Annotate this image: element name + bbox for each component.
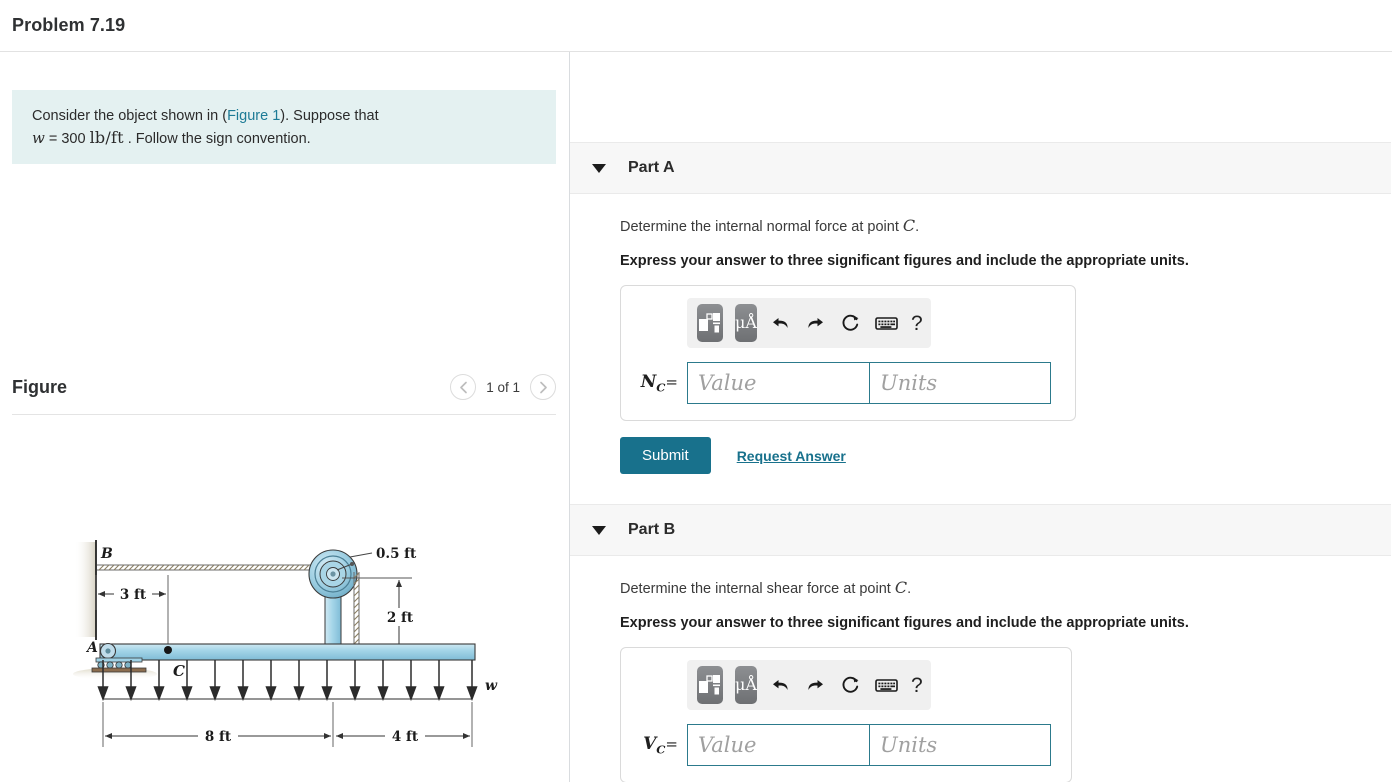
question-mark-icon[interactable]: ? xyxy=(911,675,923,696)
part-b-answer-box: μÅ ? VC= Value Units xyxy=(620,647,1072,782)
part-a-toolbar: μÅ ? xyxy=(687,298,931,348)
statement-text-lead: Consider the object shown in ( xyxy=(32,108,228,124)
part-b-equals-sign: = xyxy=(665,734,678,753)
math-template-icon[interactable] xyxy=(697,304,723,342)
units-icon-label: μÅ xyxy=(735,675,757,694)
part-a-prompt-text: Determine the internal normal force at p… xyxy=(620,219,903,235)
figure-1-link[interactable]: Figure 1 xyxy=(227,108,280,124)
part-a-value-input[interactable] xyxy=(687,362,869,404)
caret-down-icon[interactable] xyxy=(592,163,606,173)
figure-pager-label: 1 of 1 xyxy=(486,379,520,395)
submit-button[interactable]: Submit xyxy=(620,437,711,474)
part-a-answer-box: μÅ ? NC= Value Units xyxy=(620,285,1076,421)
dimension-3ft: 3 ft xyxy=(95,575,169,650)
chevron-right-icon xyxy=(539,381,547,393)
reset-circular-arrow-icon[interactable] xyxy=(839,675,862,696)
figure-header: Figure 1 of 1 xyxy=(12,374,556,415)
part-a-prompt-symbol: C xyxy=(902,216,916,235)
undo-arrow-icon[interactable] xyxy=(769,314,792,333)
request-answer-link[interactable]: Request Answer xyxy=(737,448,846,464)
main-shell: Consider the object shown in (Figure 1).… xyxy=(0,52,1392,782)
part-b-variable: V xyxy=(643,733,657,754)
keyboard-icon[interactable] xyxy=(874,315,899,331)
statement-units: lb/ft xyxy=(89,128,124,147)
part-b-prompt: Determine the internal shear force at po… xyxy=(620,578,1391,597)
right-pane: Part A Determine the internal normal for… xyxy=(570,52,1391,782)
question-mark-icon[interactable]: ? xyxy=(911,313,923,334)
part-b-instruction: Express your answer to three significant… xyxy=(620,615,1189,631)
part-b-header[interactable]: Part B xyxy=(570,504,1391,556)
figure-panel-title: Figure xyxy=(12,376,68,397)
chevron-left-icon xyxy=(459,381,467,393)
keyboard-icon[interactable] xyxy=(874,677,899,693)
part-a-input-row: NC= xyxy=(635,362,1061,404)
left-pane: Consider the object shown in (Figure 1).… xyxy=(0,52,570,782)
part-a-prompt: Determine the internal normal force at p… xyxy=(620,216,1391,235)
dimension-0-5ft: 0.5 ft xyxy=(349,546,417,562)
statement-variable: w xyxy=(32,129,45,147)
label-w: w xyxy=(485,678,498,694)
svg-text:0.5 ft: 0.5 ft xyxy=(376,546,417,562)
statement-text-mid: ). Suppose that xyxy=(280,108,379,124)
statement-equals: = 300 xyxy=(48,131,86,147)
units-icon-label: μÅ xyxy=(735,313,757,332)
figure-image[interactable]: B 3 ft 0.5 ft 2 ft A C w 8 ft 4 ft xyxy=(60,532,530,762)
part-b-prompt-text: Determine the internal shear force at po… xyxy=(620,581,895,597)
part-b-toolbar: μÅ ? xyxy=(687,660,931,710)
label-A: A xyxy=(85,640,98,656)
reset-circular-arrow-icon[interactable] xyxy=(839,313,862,334)
redo-arrow-icon[interactable] xyxy=(804,314,827,333)
part-b-units-input[interactable] xyxy=(869,724,1051,766)
part-a-actions: Submit Request Answer xyxy=(620,437,1391,474)
part-b-prompt-symbol: C xyxy=(894,578,908,597)
beam-pulley-diagram: B 3 ft 0.5 ft 2 ft A C w 8 ft 4 ft xyxy=(73,540,498,747)
part-b-input-row: VC= xyxy=(635,724,1057,766)
svg-text:4 ft: 4 ft xyxy=(392,729,419,745)
part-a-variable-label: NC= xyxy=(635,372,687,394)
part-b-value-input[interactable] xyxy=(687,724,869,766)
part-a-prompt-period: . xyxy=(915,219,920,235)
part-a-header[interactable]: Part A xyxy=(570,142,1391,194)
svg-text:2 ft: 2 ft xyxy=(387,610,414,626)
svg-text:8 ft: 8 ft xyxy=(205,729,232,745)
undo-arrow-icon[interactable] xyxy=(769,676,792,695)
part-a-equals-sign: = xyxy=(665,372,678,391)
math-template-icon[interactable] xyxy=(697,666,723,704)
label-C: C xyxy=(173,662,185,680)
figure-prev-button[interactable] xyxy=(450,374,477,400)
point-C-marker xyxy=(164,646,172,654)
part-a-variable: N xyxy=(640,371,657,392)
svg-text:3 ft: 3 ft xyxy=(120,587,147,603)
part-a-instruction: Express your answer to three significant… xyxy=(620,253,1189,269)
part-b-label: Part B xyxy=(628,521,676,538)
statement-text-tail: . Follow the sign convention. xyxy=(127,131,311,147)
figure-next-button[interactable] xyxy=(530,374,556,400)
top-bar: Problem 7.19 xyxy=(0,0,1392,52)
wall-shadow xyxy=(74,542,96,637)
dimension-8ft-4ft: 8 ft 4 ft xyxy=(102,702,473,747)
part-a-body: Determine the internal normal force at p… xyxy=(570,194,1391,474)
redo-arrow-icon[interactable] xyxy=(804,676,827,695)
problem-statement: Consider the object shown in (Figure 1).… xyxy=(12,90,556,164)
main-beam xyxy=(99,643,476,661)
page-title: Problem 7.19 xyxy=(12,15,126,35)
label-B: B xyxy=(100,546,113,562)
units-micro-angstrom-icon[interactable]: μÅ xyxy=(735,666,757,704)
caret-down-icon[interactable] xyxy=(592,525,606,535)
part-a-units-input[interactable] xyxy=(869,362,1051,404)
cable-horizontal xyxy=(97,564,315,571)
part-a-label: Part A xyxy=(628,159,675,176)
part-b-prompt-period: . xyxy=(907,581,912,597)
figure-pager: 1 of 1 xyxy=(450,374,556,400)
distributed-load-arrows xyxy=(97,660,478,702)
part-b-body: Determine the internal shear force at po… xyxy=(570,556,1391,782)
units-micro-angstrom-icon[interactable]: μÅ xyxy=(735,304,757,342)
part-b-variable-label: VC= xyxy=(635,734,687,756)
